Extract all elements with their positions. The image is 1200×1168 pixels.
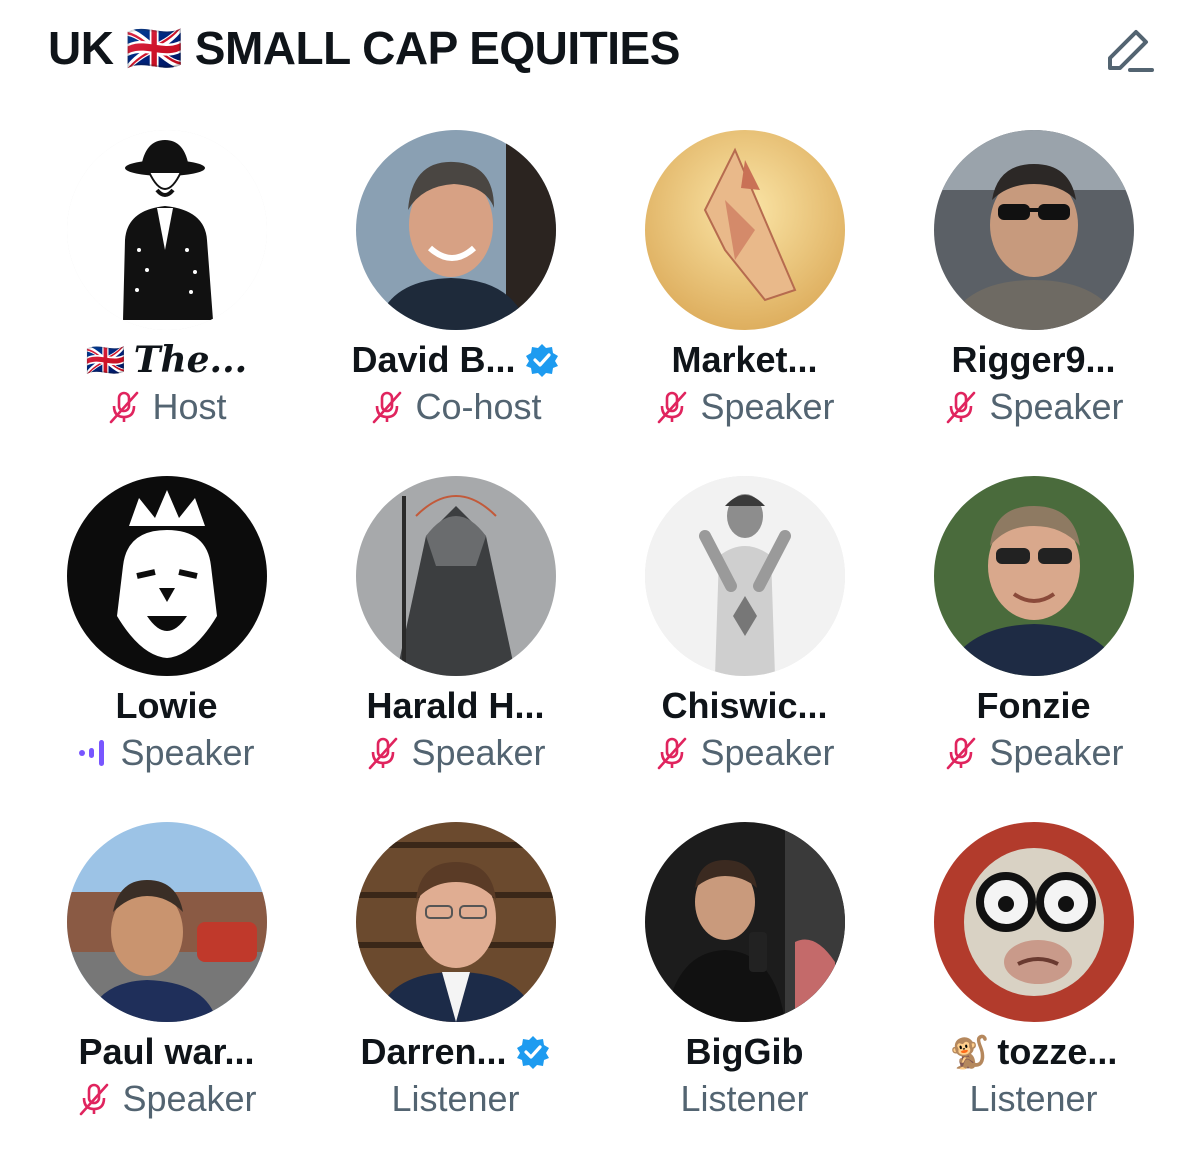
participant-role: Speaker <box>78 730 255 776</box>
participant-card[interactable]: David B... Co-host <box>311 130 600 476</box>
participant-name: Paul war... <box>78 1030 254 1074</box>
participant-name: 🐒 tozze... <box>950 1030 1118 1074</box>
mic-muted-icon <box>947 391 976 424</box>
participant-role-text: Speaker <box>120 732 255 773</box>
participant-card[interactable]: BigGib Listener <box>600 822 889 1168</box>
space-title: UK 🇬🇧 SMALL CAP EQUITIES <box>48 21 680 74</box>
participant-role-text: Listener <box>391 1078 520 1119</box>
space-header: UK 🇬🇧 SMALL CAP EQUITIES <box>48 18 1160 78</box>
participant-role-text: Speaker <box>122 1078 257 1119</box>
participant-role: Host <box>106 384 227 430</box>
mic-muted-icon <box>947 737 976 770</box>
participant-name-text: BigGib <box>685 1031 804 1072</box>
participant-name-text: Fonzie <box>976 685 1091 726</box>
avatar[interactable] <box>355 476 556 676</box>
verified-badge-icon <box>516 1036 549 1069</box>
participant-role: Listener <box>391 1076 519 1122</box>
participant-name: Harald H... <box>366 684 544 728</box>
participant-card[interactable]: Fonzie Speaker <box>889 476 1178 822</box>
participant-name: Market... <box>671 338 817 382</box>
mic-muted-icon <box>373 391 402 424</box>
participant-name-text: Market... <box>671 339 818 380</box>
participant-name-text: The... <box>133 339 248 381</box>
participant-card[interactable]: Rigger9... Speaker <box>889 130 1178 476</box>
mic-muted-icon <box>110 391 139 424</box>
verified-badge-icon <box>525 344 558 377</box>
participant-name: BigGib <box>686 1030 804 1074</box>
participant-role-text: Speaker <box>989 386 1124 427</box>
participant-role: Speaker <box>654 384 835 430</box>
participant-card[interactable]: Paul war... Speaker <box>22 822 311 1168</box>
participant-role-text: Speaker <box>700 386 835 427</box>
name-prefix-emoji: 🇬🇧 <box>85 341 126 379</box>
participants-grid: 🇬🇧 The... Host David B... Co-host Market… <box>22 130 1178 1168</box>
participant-card[interactable]: 🇬🇧 The... Host <box>22 130 311 476</box>
edit-button[interactable] <box>1100 18 1160 78</box>
avatar[interactable] <box>933 476 1134 676</box>
avatar[interactable] <box>644 130 845 330</box>
participant-name: Chiswic... <box>661 684 827 728</box>
participant-name-text: Harald H... <box>366 685 545 726</box>
participant-role: Speaker <box>943 730 1124 776</box>
participant-role-text: Listener <box>680 1078 809 1119</box>
avatar[interactable] <box>355 130 556 330</box>
speaking-indicator-icon <box>79 740 105 766</box>
participant-role-text: Host <box>152 386 227 427</box>
participant-name-text: Chiswic... <box>661 685 828 726</box>
participant-role: Speaker <box>76 1076 257 1122</box>
participant-name: Fonzie <box>977 684 1091 728</box>
participant-card[interactable]: Darren... Listener <box>311 822 600 1168</box>
avatar[interactable] <box>66 476 267 676</box>
participant-card[interactable]: Market... Speaker <box>600 130 889 476</box>
participant-role: Speaker <box>654 730 835 776</box>
name-prefix-emoji: 🐒 <box>949 1033 990 1071</box>
participant-role-text: Speaker <box>989 732 1124 773</box>
mic-muted-icon <box>369 737 398 770</box>
participant-role-text: Speaker <box>411 732 546 773</box>
participant-card[interactable]: Lowie Speaker <box>22 476 311 822</box>
avatar[interactable] <box>933 822 1134 1022</box>
participant-name-text: David B... <box>351 339 516 380</box>
participant-name: Lowie <box>115 684 217 728</box>
avatar[interactable] <box>355 822 556 1022</box>
avatar[interactable] <box>66 822 267 1022</box>
participant-role: Listener <box>680 1076 808 1122</box>
participant-role: Listener <box>969 1076 1097 1122</box>
participant-card[interactable]: Harald H... Speaker <box>311 476 600 822</box>
participant-card[interactable]: Chiswic... Speaker <box>600 476 889 822</box>
participant-name: Rigger9... <box>951 338 1115 382</box>
participant-role: Co-host <box>369 384 542 430</box>
avatar[interactable] <box>66 130 267 330</box>
participant-name-text: Lowie <box>115 685 218 726</box>
mic-muted-icon <box>658 737 687 770</box>
participant-role-text: Speaker <box>700 732 835 773</box>
avatar[interactable] <box>644 822 845 1022</box>
avatar[interactable] <box>644 476 845 676</box>
participant-name-text: Rigger9... <box>951 339 1116 380</box>
participant-role-text: Listener <box>969 1078 1098 1119</box>
avatar[interactable] <box>933 130 1134 330</box>
mic-muted-icon <box>658 391 687 424</box>
participant-role-text: Co-host <box>415 386 542 427</box>
edit-icon <box>1108 30 1154 72</box>
participant-role: Speaker <box>943 384 1124 430</box>
participant-name: Darren... <box>360 1030 550 1074</box>
participant-name-text: tozze... <box>997 1031 1118 1072</box>
participant-role: Speaker <box>365 730 546 776</box>
mic-muted-icon <box>80 1083 109 1116</box>
participant-name: David B... <box>351 338 559 382</box>
participant-card[interactable]: 🐒 tozze... Listener <box>889 822 1178 1168</box>
participant-name-text: Paul war... <box>78 1031 255 1072</box>
participant-name-text: Darren... <box>360 1031 507 1072</box>
participant-name: 🇬🇧 The... <box>86 338 247 382</box>
